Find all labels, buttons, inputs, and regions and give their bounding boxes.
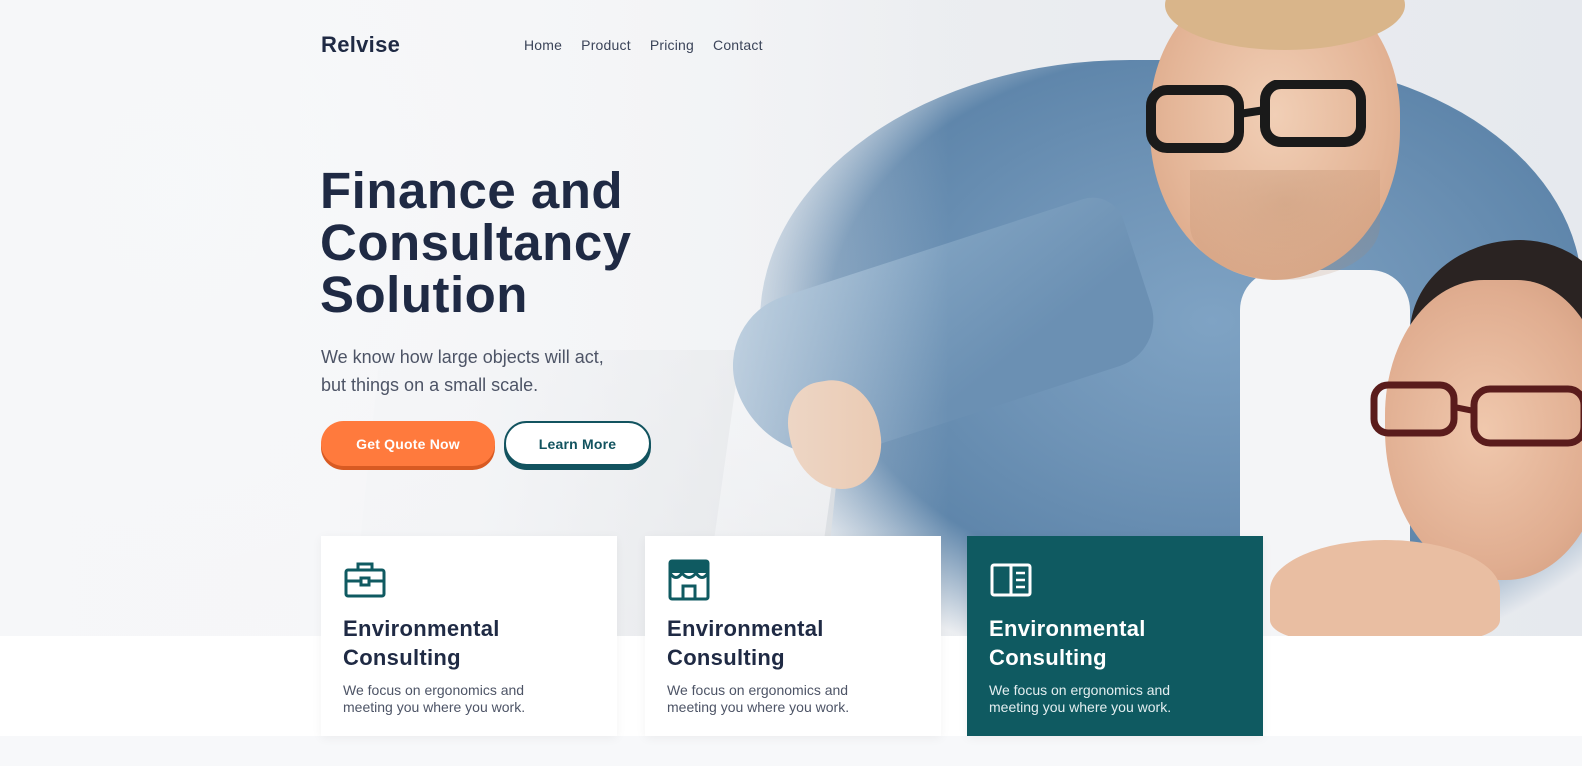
card-description: We focus on ergonomics and meeting you w… — [667, 682, 850, 715]
hero-headline-line-1: Finance and — [320, 162, 624, 219]
card-description: We focus on ergonomics and meeting you w… — [989, 682, 1172, 715]
hero-headline: Finance and Consultancy Solution — [320, 165, 740, 321]
card-title-line-2: Consulting — [343, 645, 461, 670]
hero-subtext: We know how large objects will act, but … — [321, 343, 681, 399]
nav-pricing[interactable]: Pricing — [650, 37, 694, 53]
get-quote-button[interactable]: Get Quote Now — [321, 421, 495, 466]
hero-subtext-line-2: but things on a small scale. — [321, 375, 539, 395]
feature-card-3[interactable]: Environmental Consulting We focus on erg… — [967, 536, 1263, 736]
card-title: Environmental Consulting — [989, 614, 1241, 672]
card-description: We focus on ergonomics and meeting you w… — [343, 682, 526, 715]
learn-more-button[interactable]: Learn More — [504, 421, 651, 466]
card-title: Environmental Consulting — [667, 614, 919, 672]
card-title-line-1: Environmental — [667, 616, 824, 641]
storefront-icon — [668, 559, 710, 601]
book-open-icon — [990, 563, 1032, 597]
feature-card-2[interactable]: Environmental Consulting We focus on erg… — [645, 536, 941, 736]
hero-headline-line-2: Consultancy — [320, 214, 632, 271]
card-title-line-2: Consulting — [989, 645, 1107, 670]
briefcase-icon — [344, 562, 386, 598]
card-title-line-1: Environmental — [343, 616, 500, 641]
card-title-line-2: Consulting — [667, 645, 785, 670]
page-bottom-strip — [0, 736, 1582, 766]
nav-home[interactable]: Home — [524, 37, 562, 53]
card-title-line-1: Environmental — [989, 616, 1146, 641]
hero-headline-line-3: Solution — [320, 266, 528, 323]
nav-contact[interactable]: Contact — [713, 37, 763, 53]
main-nav: Home Product Pricing Contact — [524, 37, 763, 53]
hero-subtext-line-1: We know how large objects will act, — [321, 347, 604, 367]
feature-card-1[interactable]: Environmental Consulting We focus on erg… — [321, 536, 617, 736]
brand-logo[interactable]: Relvise — [321, 32, 400, 58]
card-title: Environmental Consulting — [343, 614, 595, 672]
nav-product[interactable]: Product — [581, 37, 631, 53]
